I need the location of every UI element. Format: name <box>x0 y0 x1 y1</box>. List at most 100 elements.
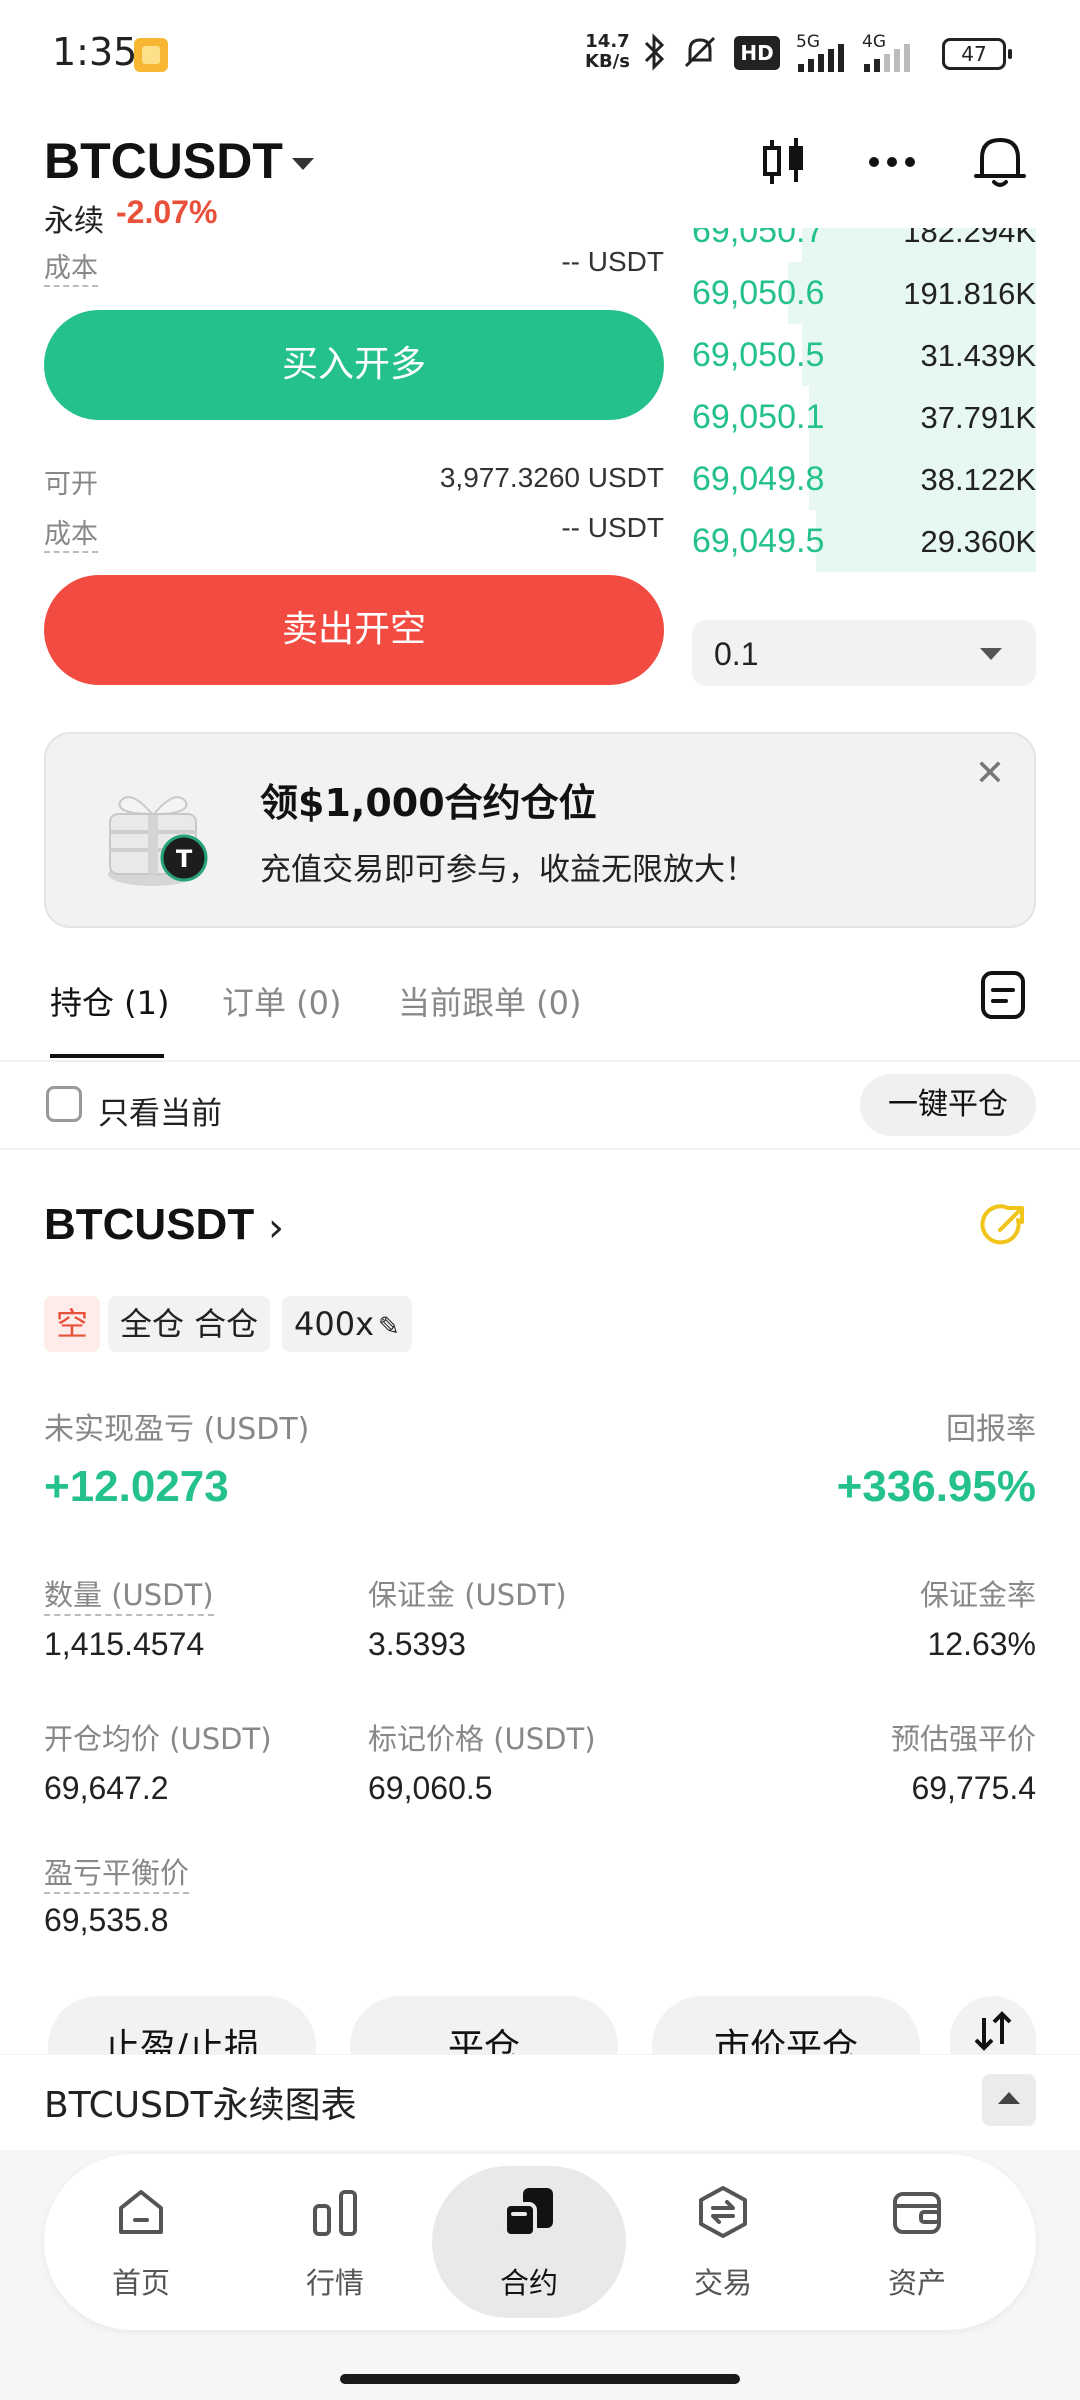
cost-label: 成本 <box>44 246 98 287</box>
swap-icon <box>974 2011 1012 2051</box>
network-speed-unit: KB/s <box>585 51 630 72</box>
margin-ratio-label: 保证金率 <box>919 1578 1036 1612</box>
depth-step-value: 0.1 <box>714 636 759 672</box>
close-icon[interactable]: ✕ <box>970 754 1010 794</box>
order-price: 69,049.8 <box>692 460 825 498</box>
order-book: 69,050.7 182.294K 69,050.6 191.816K 69,0… <box>692 228 1036 584</box>
order-book-row[interactable]: 69,050.5 31.439K <box>692 324 1036 386</box>
order-qty: 37.791K <box>920 400 1037 435</box>
order-qty: 38.122K <box>920 462 1037 497</box>
wallet-icon <box>893 2192 941 2234</box>
promo-subtitle: 充值交易即可参与，收益无限放大！ <box>260 852 756 888</box>
bottom-nav: 首页 行情 合约 交易 资产 <box>44 2154 1036 2330</box>
order-qty: 29.360K <box>920 524 1037 559</box>
leverage-value: 400x <box>294 1305 375 1343</box>
mark-price-value: 69,060.5 <box>368 1770 493 1806</box>
buy-long-button[interactable]: 买入开多 <box>44 310 664 420</box>
cost-value-2: -- USDT <box>561 512 664 543</box>
order-price: 69,050.6 <box>692 274 825 312</box>
nav-market-label: 行情 <box>305 2266 364 2300</box>
order-book-row[interactable]: 69,050.7 182.294K <box>692 228 1036 262</box>
order-book-row[interactable]: 69,049.5 29.360K <box>692 510 1036 572</box>
gift-box-icon: T <box>108 796 208 886</box>
order-price: 69,050.5 <box>692 336 825 374</box>
margin-mode-badge: 全仓 合仓 <box>108 1296 271 1352</box>
available-label: 可开 <box>44 469 98 500</box>
home-icon <box>119 2190 163 2234</box>
edit-icon: ✎ <box>378 1312 400 1342</box>
unrealized-pnl-label: 未实现盈亏 (USDT) <box>44 1412 310 1447</box>
tab-positions[interactable]: 持仓 (1) <box>50 978 170 1024</box>
more-icon[interactable] <box>862 132 922 192</box>
side-badge: 空 <box>44 1296 101 1352</box>
order-price: 69,050.1 <box>692 398 825 436</box>
network-speed: 14.7 KB/s <box>585 32 630 72</box>
margin-value: 3.5393 <box>368 1626 466 1662</box>
tab-copy-orders[interactable]: 当前跟单 (0) <box>398 978 582 1024</box>
breakeven-label: 盈亏平衡价 <box>44 1850 190 1894</box>
signal-icon <box>798 44 844 72</box>
home-indicator[interactable] <box>340 2374 740 2384</box>
liquidation-price-label: 预估强平价 <box>890 1722 1036 1756</box>
chart-panel-title[interactable]: BTCUSDT永续图表 <box>44 2076 357 2128</box>
status-bar: 1:35 14.7 KB/s HD 5G 4G 47 <box>0 0 1080 110</box>
bell-icon[interactable] <box>970 132 1030 192</box>
nav-trade[interactable]: 交易 <box>626 2154 820 2330</box>
chevron-up-icon[interactable] <box>982 2074 1036 2126</box>
nav-market[interactable]: 行情 <box>238 2154 432 2330</box>
nav-futures-label: 合约 <box>499 2266 558 2300</box>
order-book-row[interactable]: 69,050.1 37.791K <box>692 386 1036 448</box>
promo-title: 领$1,000合约仓位 <box>260 781 597 825</box>
cost-label-2: 成本 <box>44 512 98 553</box>
price-change: -2.07% <box>116 194 218 230</box>
order-book-row[interactable]: 69,049.8 38.122K <box>692 448 1036 510</box>
roe-value: +336.95% <box>836 1462 1036 1511</box>
document-icon[interactable] <box>980 970 1026 1020</box>
cost-value: -- USDT <box>561 246 664 277</box>
roe-label: 回报率 <box>946 1412 1036 1447</box>
entry-price-label: 开仓均价 (USDT) <box>44 1722 272 1756</box>
leverage-badge[interactable]: 400x ✎ <box>282 1296 412 1352</box>
divider <box>0 1060 1080 1062</box>
promo-banner[interactable]: T 领$1,000合约仓位 充值交易即可参与，收益无限放大！ ✕ <box>44 732 1036 928</box>
divider <box>0 1148 1080 1150</box>
depth-step-select[interactable]: 0.1 <box>692 620 1036 686</box>
chevron-right-icon[interactable]: › <box>268 1205 284 1251</box>
mark-price-label: 标记价格 (USDT) <box>368 1722 596 1756</box>
signal-2-icon <box>864 44 910 72</box>
active-tab-indicator <box>50 1054 164 1058</box>
share-icon[interactable] <box>978 1200 1030 1252</box>
breakeven-value: 69,535.8 <box>44 1902 169 1938</box>
position-symbol[interactable]: BTCUSDT <box>44 1200 254 1250</box>
nav-assets[interactable]: 资产 <box>820 2154 1014 2330</box>
symbol-dropdown-icon[interactable] <box>292 158 314 170</box>
mute-bell-icon <box>684 36 716 68</box>
symbol-title[interactable]: BTCUSDT <box>44 132 283 190</box>
close-all-button[interactable]: 一键平仓 <box>860 1074 1036 1136</box>
order-price: 69,050.7 <box>692 228 825 250</box>
order-price: 69,049.5 <box>692 522 825 560</box>
nav-futures[interactable]: 合约 <box>432 2154 626 2330</box>
candlestick-icon[interactable] <box>754 132 814 192</box>
only-current-label[interactable]: 只看当前 <box>98 1088 222 1133</box>
battery-icon: 47 <box>942 38 1012 70</box>
perpetual-label: 永续 <box>44 204 104 239</box>
nav-home[interactable]: 首页 <box>44 2154 238 2330</box>
nav-home-label: 首页 <box>111 2266 170 2300</box>
status-time: 1:35 <box>52 30 138 74</box>
margin-label: 保证金 (USDT) <box>368 1578 567 1612</box>
only-current-checkbox[interactable] <box>46 1086 82 1122</box>
bluetooth-icon <box>644 33 665 71</box>
order-qty: 182.294K <box>903 228 1036 249</box>
app-notification-icon <box>134 38 168 72</box>
tab-orders[interactable]: 订单 (0) <box>222 978 342 1024</box>
hd-voice-badge: HD <box>734 36 780 70</box>
unrealized-pnl-value: +12.0273 <box>44 1462 229 1511</box>
nav-trade-label: 交易 <box>693 2266 752 2300</box>
order-book-row[interactable]: 69,050.6 191.816K <box>692 262 1036 324</box>
sell-short-button[interactable]: 卖出开空 <box>44 575 664 685</box>
liquidation-price-value: 69,775.4 <box>911 1770 1036 1806</box>
chevron-down-icon <box>980 648 1002 660</box>
quantity-value: 1,415.4574 <box>44 1626 205 1662</box>
margin-ratio-value: 12.63% <box>927 1626 1036 1662</box>
